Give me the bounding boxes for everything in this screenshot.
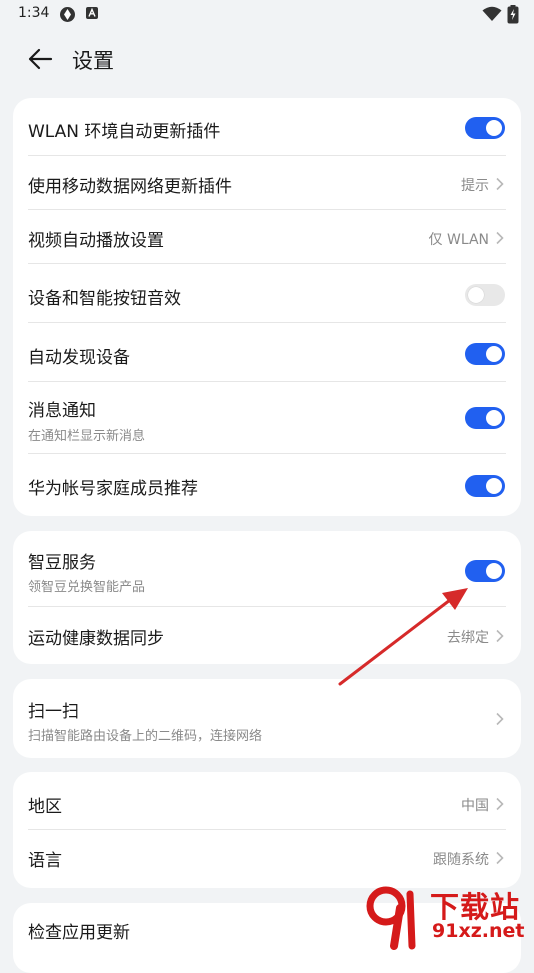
row-region[interactable]: 地区 中国 bbox=[13, 772, 521, 830]
row-family-recommend[interactable]: 华为帐号家庭成员推荐 bbox=[13, 454, 521, 516]
chevron-right-icon bbox=[496, 712, 504, 726]
row-sublabel: 扫描智能路由设备上的二维码，连接网络 bbox=[28, 729, 263, 744]
row-label: 检查应用更新 bbox=[28, 923, 130, 943]
row-label: 消息通知 bbox=[28, 401, 96, 421]
row-label: 扫一扫 bbox=[28, 702, 79, 722]
row-value: 去绑定 bbox=[447, 630, 489, 646]
app-notification-icon bbox=[60, 7, 75, 22]
page-title: 设置 bbox=[72, 49, 114, 73]
services-card: 智豆服务 领智豆兑换智能产品 运动健康数据同步 去绑定 bbox=[13, 531, 521, 664]
row-message-notification[interactable]: 消息通知 在通知栏显示新消息 bbox=[13, 382, 521, 454]
row-label: 视频自动播放设置 bbox=[28, 231, 164, 251]
row-label: 语言 bbox=[28, 851, 62, 871]
row-video-autoplay[interactable]: 视频自动播放设置 仅 WLAN bbox=[13, 210, 521, 264]
row-label: 自动发现设备 bbox=[28, 348, 130, 368]
message-notification-toggle[interactable] bbox=[465, 407, 505, 429]
status-time: 1:34 bbox=[18, 5, 50, 21]
row-sublabel: 领智豆兑换智能产品 bbox=[28, 580, 146, 595]
row-label: 华为帐号家庭成员推荐 bbox=[28, 479, 198, 499]
row-value: 中国 bbox=[461, 798, 489, 814]
watermark-logo: 下载站 91xz.net bbox=[360, 880, 534, 950]
chevron-right-icon bbox=[496, 177, 504, 191]
title-bar: 设置 bbox=[0, 36, 534, 82]
row-mobile-data-update[interactable]: 使用移动数据网络更新插件 提示 bbox=[13, 156, 521, 210]
family-recommend-toggle[interactable] bbox=[465, 475, 505, 497]
chevron-right-icon bbox=[496, 851, 504, 865]
row-health-data-sync[interactable]: 运动健康数据同步 去绑定 bbox=[13, 607, 521, 664]
general-settings-card: WLAN 环境自动更新插件 使用移动数据网络更新插件 提示 视频自动播放设置 仅… bbox=[13, 98, 521, 516]
status-bar: 1:34 bbox=[0, 0, 534, 28]
row-device-button-sound[interactable]: 设备和智能按钮音效 bbox=[13, 264, 521, 323]
row-value: 提示 bbox=[461, 178, 489, 194]
scan-card: 扫一扫 扫描智能路由设备上的二维码，连接网络 bbox=[13, 679, 521, 758]
row-auto-discover[interactable]: 自动发现设备 bbox=[13, 323, 521, 382]
row-wlan-auto-update[interactable]: WLAN 环境自动更新插件 bbox=[13, 98, 521, 156]
chevron-right-icon bbox=[496, 797, 504, 811]
watermark-url: 91xz.net bbox=[432, 920, 525, 942]
row-label: WLAN 环境自动更新插件 bbox=[28, 122, 221, 142]
row-label: 使用移动数据网络更新插件 bbox=[28, 177, 232, 197]
device-button-sound-toggle[interactable] bbox=[465, 284, 505, 306]
wlan-auto-update-toggle[interactable] bbox=[465, 117, 505, 139]
row-scan[interactable]: 扫一扫 扫描智能路由设备上的二维码，连接网络 bbox=[13, 679, 521, 758]
row-label: 地区 bbox=[28, 797, 62, 817]
watermark-logo-icon bbox=[366, 886, 416, 950]
auto-discover-toggle[interactable] bbox=[465, 343, 505, 365]
zhidou-service-toggle[interactable] bbox=[465, 560, 505, 582]
locale-card: 地区 中国 语言 跟随系统 bbox=[13, 772, 521, 888]
row-label: 运动健康数据同步 bbox=[28, 629, 164, 649]
back-arrow-icon[interactable] bbox=[26, 46, 54, 72]
row-value: 仅 WLAN bbox=[428, 232, 489, 248]
row-label: 设备和智能按钮音效 bbox=[28, 289, 181, 309]
chevron-right-icon bbox=[496, 231, 504, 245]
wifi-icon bbox=[482, 6, 502, 21]
row-label: 智豆服务 bbox=[28, 553, 96, 573]
row-value: 跟随系统 bbox=[433, 852, 489, 868]
battery-charging-icon bbox=[507, 5, 519, 24]
row-zhidou-service[interactable]: 智豆服务 领智豆兑换智能产品 bbox=[13, 531, 521, 607]
row-sublabel: 在通知栏显示新消息 bbox=[28, 429, 146, 444]
keyboard-notification-icon bbox=[86, 7, 98, 19]
chevron-right-icon bbox=[496, 629, 504, 643]
